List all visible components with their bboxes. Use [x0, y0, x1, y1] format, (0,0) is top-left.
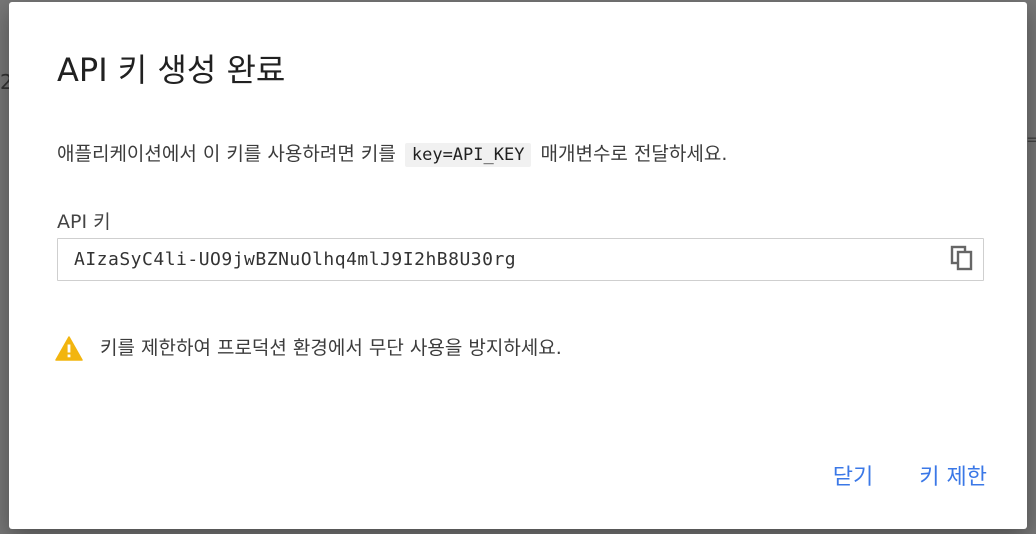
- description-text: 애플리케이션에서 이 키를 사용하려면 키를: [57, 143, 396, 165]
- warning-message: 키를 제한하여 프로덕션 환경에서 무단 사용을 방지하세요.: [55, 332, 562, 364]
- api-key-label: API 키: [57, 211, 111, 233]
- code-snippet: key=API_KEY: [404, 143, 532, 167]
- warning-icon: [55, 335, 83, 361]
- api-key-field[interactable]: AIzaSyC4li-UO9jwBZNuOlhq4mlJ9I2hB8U30rg: [57, 238, 984, 281]
- dialog-title: API 키 생성 완료: [57, 51, 286, 89]
- dialog-description: 애플리케이션에서 이 키를 사용하려면 키를 key=API_KEY 매개변수로…: [57, 138, 727, 171]
- close-button[interactable]: 닫기: [833, 458, 873, 498]
- warning-text: 키를 제한하여 프로덕션 환경에서 무단 사용을 방지하세요.: [100, 337, 562, 359]
- background-text-fragment: =: [1026, 130, 1036, 149]
- copy-icon: [950, 245, 974, 275]
- copy-button[interactable]: [947, 245, 977, 275]
- api-key-value[interactable]: AIzaSyC4li-UO9jwBZNuOlhq4mlJ9I2hB8U30rg: [74, 239, 516, 280]
- dialog-actions: 닫기 키 제한: [787, 458, 987, 498]
- description-text: 매개변수로 전달하세요.: [540, 143, 728, 165]
- api-key-created-dialog: API 키 생성 완료 애플리케이션에서 이 키를 사용하려면 키를 key=A…: [9, 2, 1027, 529]
- restrict-key-button[interactable]: 키 제한: [919, 458, 987, 498]
